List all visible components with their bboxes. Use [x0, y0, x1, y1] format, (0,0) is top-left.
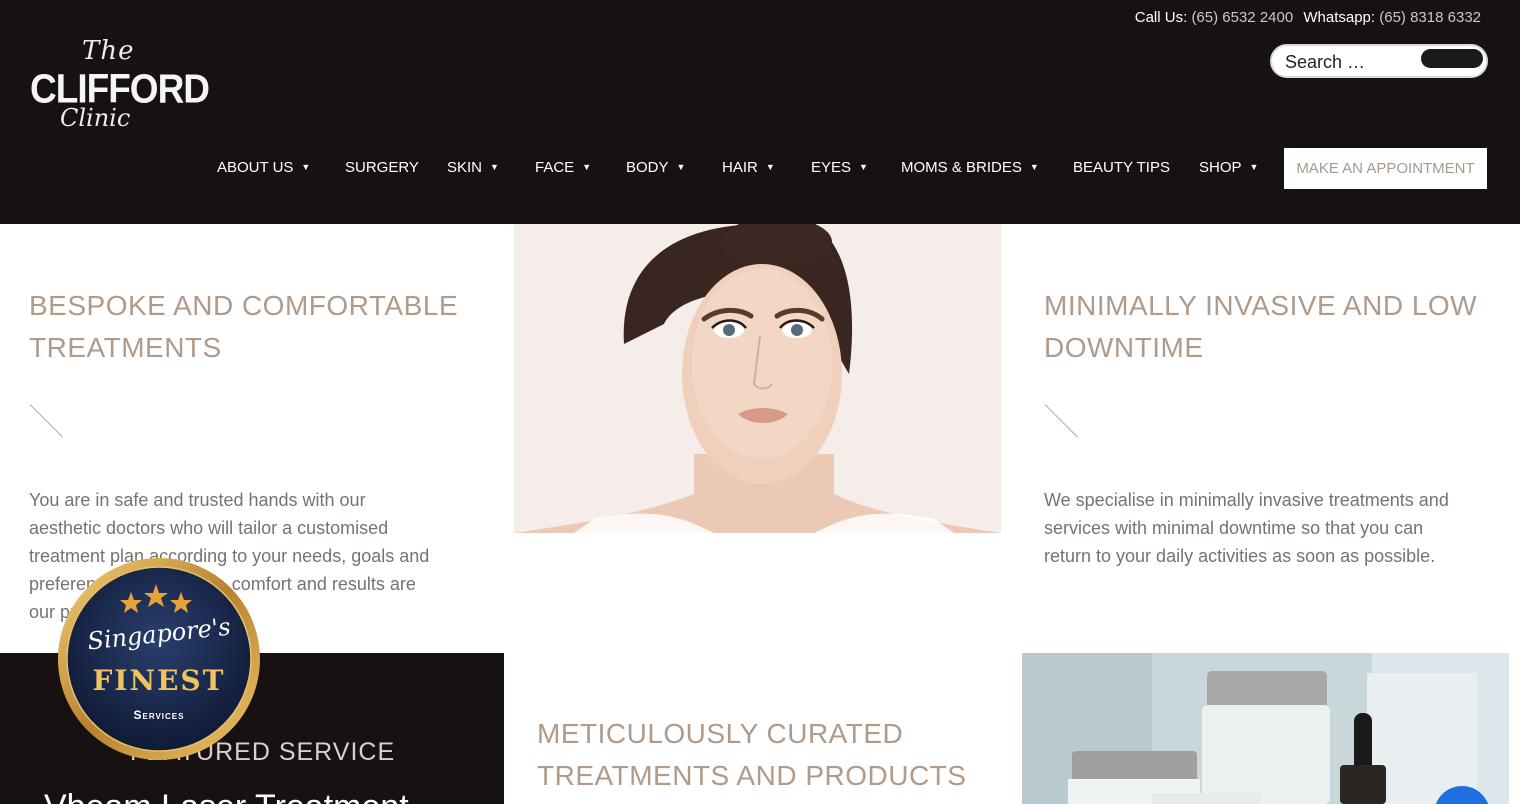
nav-item-about-us[interactable]: ABOUT US ▼ — [217, 159, 310, 176]
feature-text-minimal: We specialise in minimally invasive trea… — [1044, 486, 1504, 570]
contact-info: Call Us: (65) 6532 2400 Whatsapp: (65) 8… — [1135, 9, 1487, 26]
badge-finest-text: FINEST — [92, 664, 226, 697]
make-appointment-button[interactable]: MAKE AN APPOINTMENT — [1284, 148, 1487, 189]
caret-down-icon: ▼ — [1029, 162, 1039, 172]
singapores-finest-badge[interactable]: Singapore's FINEST Services — [56, 556, 262, 762]
nav-item-label: SKIN — [447, 159, 483, 176]
caret-down-icon: ▼ — [582, 162, 592, 172]
text-line: services with minimal downtime so that y… — [1044, 518, 1424, 538]
nav-item-skin[interactable]: SKIN ▼ — [447, 159, 499, 176]
caret-down-icon: ▼ — [859, 162, 868, 172]
feature-title-curated: METICULOUSLY CURATED TREATMENTS AND PROD… — [537, 713, 966, 797]
whatsapp-label: Whatsapp: — [1303, 9, 1376, 26]
badge-services-text: Services — [133, 708, 185, 722]
logo-script-bottom: Clinic — [60, 104, 131, 132]
nav-item-hair[interactable]: HAIR ▼ — [722, 159, 775, 176]
nav-item-body[interactable]: BODY ▼ — [626, 159, 685, 176]
nav-item-label: SURGERY — [345, 159, 419, 176]
caret-down-icon: ▼ — [490, 162, 499, 172]
feature-title-line: TREATMENTS AND PRODUCTS — [537, 760, 967, 791]
search-submit-button[interactable] — [1421, 49, 1483, 68]
nav-item-surgery[interactable]: SURGERY — [345, 159, 419, 176]
text-line: We specialise in minimally invasive trea… — [1044, 490, 1449, 510]
featured-service-title: Vbeam Laser Treatment — [44, 788, 409, 804]
caret-down-icon: ▼ — [765, 162, 775, 172]
feature-title-line: DOWNTIME — [1044, 332, 1204, 363]
nav-item-eyes[interactable]: EYES ▼ — [811, 159, 868, 176]
feature-title-line: MINIMALLY INVASIVE AND LOW — [1044, 290, 1478, 321]
diagonal-divider — [1044, 404, 1078, 438]
diagonal-divider — [29, 404, 63, 438]
nav-item-face[interactable]: FACE ▼ — [535, 159, 591, 176]
nav-item-label: BODY — [626, 159, 669, 176]
logo-script-top: The — [82, 36, 135, 66]
model-portrait-image — [514, 224, 1001, 533]
nav-item-label: BEAUTY TIPS — [1073, 159, 1170, 176]
nav-item-label: FACE — [535, 159, 575, 176]
nav-item-label: SHOP — [1199, 159, 1242, 176]
nav-item-label: MOMS & BRIDES — [901, 159, 1022, 176]
text-line: You are in safe and trusted hands with o… — [29, 490, 366, 510]
call-label: Call Us: — [1134, 9, 1188, 26]
text-line: aesthetic doctors who will tailor a cust… — [29, 518, 389, 538]
nav-item-label: ABOUT US — [217, 159, 294, 176]
feature-title-line: TREATMENTS — [29, 332, 222, 363]
main-navigation: ABOUT US ▼ SURGERY SKIN ▼ FACE ▼ BODY ▼ HAIR… — [0, 148, 1520, 189]
nav-item-shop[interactable]: SHOP ▼ — [1199, 159, 1258, 176]
clinic-logo[interactable]: The CLIFFORD Clinic — [30, 36, 210, 136]
call-number[interactable]: (65) 6532 2400 — [1191, 9, 1293, 26]
caret-down-icon: ▼ — [1249, 162, 1259, 172]
nav-item-moms-brides[interactable]: MOMS & BRIDES ▼ — [901, 159, 1039, 176]
nav-item-label: EYES — [811, 159, 852, 176]
caret-down-icon: ▼ — [301, 162, 311, 172]
site-header: The CLIFFORD Clinic Call Us: (65) 6532 2… — [0, 0, 1520, 224]
caret-down-icon: ▼ — [676, 162, 686, 172]
nav-item-beauty-tips[interactable]: BEAUTY TIPS — [1073, 159, 1170, 176]
feature-title-line: METICULOUSLY CURATED — [537, 718, 904, 749]
feature-title-bespoke: BESPOKE AND COMFORTABLE TREATMENTS — [29, 285, 458, 369]
feature-title-line: BESPOKE AND COMFORTABLE — [29, 290, 459, 321]
feature-title-minimal: MINIMALLY INVASIVE AND LOW DOWNTIME — [1044, 285, 1477, 369]
text-line: return to your daily activities as soon … — [1044, 546, 1436, 566]
nav-item-label: HAIR — [722, 159, 758, 176]
skincare-products-image — [1022, 653, 1509, 804]
search-form — [1270, 44, 1488, 78]
whatsapp-number[interactable]: (65) 8318 6332 — [1379, 9, 1481, 26]
search-input[interactable] — [1285, 49, 1425, 75]
